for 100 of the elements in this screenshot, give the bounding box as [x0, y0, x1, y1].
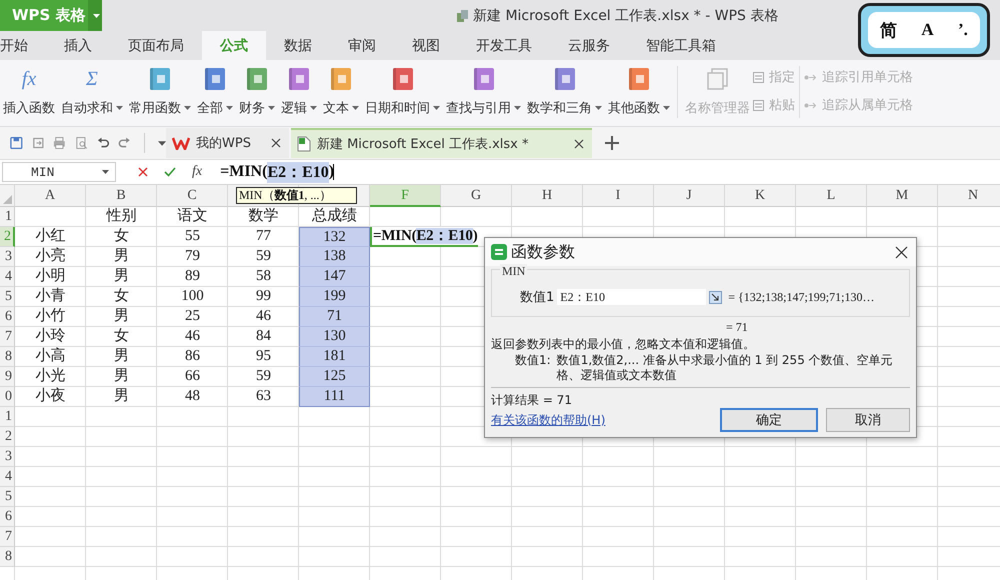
- column-header[interactable]: H: [512, 185, 583, 207]
- ribbon-button[interactable]: 文本: [320, 60, 362, 118]
- document-tab[interactable]: 我的WPS: [166, 128, 289, 158]
- row-header[interactable]: 4: [0, 267, 15, 287]
- column-header[interactable]: L: [796, 185, 867, 207]
- column-header[interactable]: J: [654, 185, 725, 207]
- row-header[interactable]: 1: [0, 207, 15, 227]
- row-header[interactable]: 7: [0, 327, 15, 347]
- column-header[interactable]: M: [867, 185, 938, 207]
- table-cell-text: 46: [184, 327, 201, 346]
- name-manager-icon: [706, 67, 730, 91]
- book-icon: [628, 67, 650, 91]
- book-icon: [204, 67, 226, 91]
- row-header[interactable]: 5: [0, 487, 15, 507]
- menu-tab[interactable]: 数据: [266, 31, 330, 60]
- document-icon: [457, 10, 468, 22]
- table-cell-text: 女: [113, 287, 130, 306]
- ribbon-button[interactable]: 数学和三角: [524, 60, 605, 118]
- export-icon[interactable]: [32, 136, 44, 150]
- window-title: 新建 Microsoft Excel 工作表.xlsx * - WPS 表格: [473, 6, 778, 24]
- row-header[interactable]: 0: [0, 387, 15, 407]
- redo-icon[interactable]: [118, 136, 131, 150]
- name-box[interactable]: MIN: [2, 162, 116, 182]
- corner-triangle-icon: [3, 195, 12, 204]
- book-icon: [392, 67, 414, 91]
- ribbon-button[interactable]: 常用函数: [126, 60, 194, 118]
- print-icon[interactable]: [53, 136, 66, 150]
- ribbon-button[interactable]: Σ 自动求和: [58, 60, 126, 118]
- ribbon-button[interactable]: 逻辑: [278, 60, 320, 118]
- input-mode-toggle[interactable]: 简: [880, 18, 898, 42]
- column-header[interactable]: B: [86, 185, 157, 207]
- book-icon: [472, 67, 494, 91]
- ribbon-button[interactable]: 日期和时间: [362, 60, 443, 118]
- function-icon: fx: [22, 67, 36, 91]
- argument-field[interactable]: E2：E10: [557, 289, 706, 305]
- menu-tab[interactable]: 页面布局: [110, 31, 202, 60]
- table-cell-text: 男: [113, 387, 130, 406]
- row-header[interactable]: 1: [0, 407, 15, 427]
- table-cell: 130: [299, 327, 370, 347]
- ribbon-button[interactable]: fx 插入函数: [0, 60, 58, 118]
- column-header[interactable]: I: [583, 185, 654, 207]
- column-header[interactable]: K: [725, 185, 796, 207]
- menu-tab[interactable]: 开始: [0, 31, 46, 60]
- menu-tab[interactable]: 云服务: [550, 31, 628, 60]
- print-preview-icon[interactable]: [74, 136, 88, 150]
- table-cell-text: 95: [255, 347, 272, 366]
- row-header[interactable]: 5: [0, 287, 15, 307]
- row-header[interactable]: 6: [0, 307, 15, 327]
- column-header[interactable]: N: [938, 185, 1000, 207]
- table-cell-text: 99: [255, 287, 272, 306]
- dropdown-caret-icon[interactable]: [158, 140, 166, 146]
- document-tab[interactable]: 新建 Microsoft Excel 工作表.xlsx *: [290, 128, 592, 158]
- row-header[interactable]: 8: [0, 347, 15, 367]
- save-icon[interactable]: [10, 136, 23, 150]
- undo-icon[interactable]: [96, 136, 110, 150]
- menu-tab[interactable]: 插入: [46, 31, 110, 60]
- menu-tab[interactable]: 开发工具: [458, 31, 550, 60]
- ribbon-button[interactable]: 其他函数: [605, 60, 673, 118]
- function-description: 返回参数列表中的最小值，忽略文本值和逻辑值。: [491, 336, 756, 353]
- close-icon[interactable]: [574, 139, 584, 149]
- menu-tab[interactable]: 审阅: [330, 31, 394, 60]
- tab-label: 我的WPS: [196, 135, 251, 152]
- row-header[interactable]: 9: [0, 367, 15, 387]
- row-header[interactable]: 7: [0, 527, 15, 547]
- table-cell-text: 语文: [176, 207, 208, 226]
- menu-tab[interactable]: 视图: [394, 31, 458, 60]
- check-icon[interactable]: [164, 167, 176, 177]
- column-header[interactable]: A: [15, 185, 86, 207]
- row-header[interactable]: 2: [0, 427, 15, 447]
- menu-tab[interactable]: 智能工具箱: [628, 31, 734, 60]
- input-mode-toggle[interactable]: A: [921, 20, 934, 40]
- column-header[interactable]: G: [441, 185, 512, 207]
- column-header[interactable]: C: [157, 185, 228, 207]
- table-cell-text: 小光: [34, 367, 66, 386]
- close-icon[interactable]: [895, 246, 908, 258]
- cancel-icon[interactable]: [138, 167, 148, 177]
- active-cell[interactable]: =MIN(E2：E10): [370, 227, 478, 247]
- row-header[interactable]: 3: [0, 247, 15, 267]
- table-cell: 147: [299, 267, 370, 287]
- argument-label: 数值1:: [515, 353, 551, 369]
- ribbon-button[interactable]: 全部: [194, 60, 236, 118]
- ribbon-button[interactable]: 财务: [236, 60, 278, 118]
- row-header[interactable]: 3: [0, 447, 15, 467]
- dialog-button[interactable]: 确定: [720, 408, 818, 432]
- insert-function-button[interactable]: fx: [192, 164, 202, 180]
- row-header[interactable]: 8: [0, 547, 15, 567]
- dialog-button[interactable]: 取消: [826, 408, 910, 432]
- help-link[interactable]: 有关该函数的帮助(H): [491, 412, 606, 428]
- table-cell-text: 55: [184, 227, 201, 246]
- table-cell-text: 女: [113, 327, 130, 346]
- new-tab-icon[interactable]: [604, 135, 620, 151]
- ribbon-button[interactable]: 查找与引用: [443, 60, 524, 118]
- row-header[interactable]: 6: [0, 507, 15, 527]
- input-mode-toggle[interactable]: ’.: [958, 20, 968, 40]
- row-header[interactable]: 4: [0, 467, 15, 487]
- range-select-icon[interactable]: [709, 290, 722, 304]
- table-cell-text: 男: [113, 307, 130, 326]
- table-cell-text: 性别: [105, 207, 138, 226]
- close-icon[interactable]: [270, 138, 281, 148]
- table-cell-text: 数学: [248, 207, 280, 226]
